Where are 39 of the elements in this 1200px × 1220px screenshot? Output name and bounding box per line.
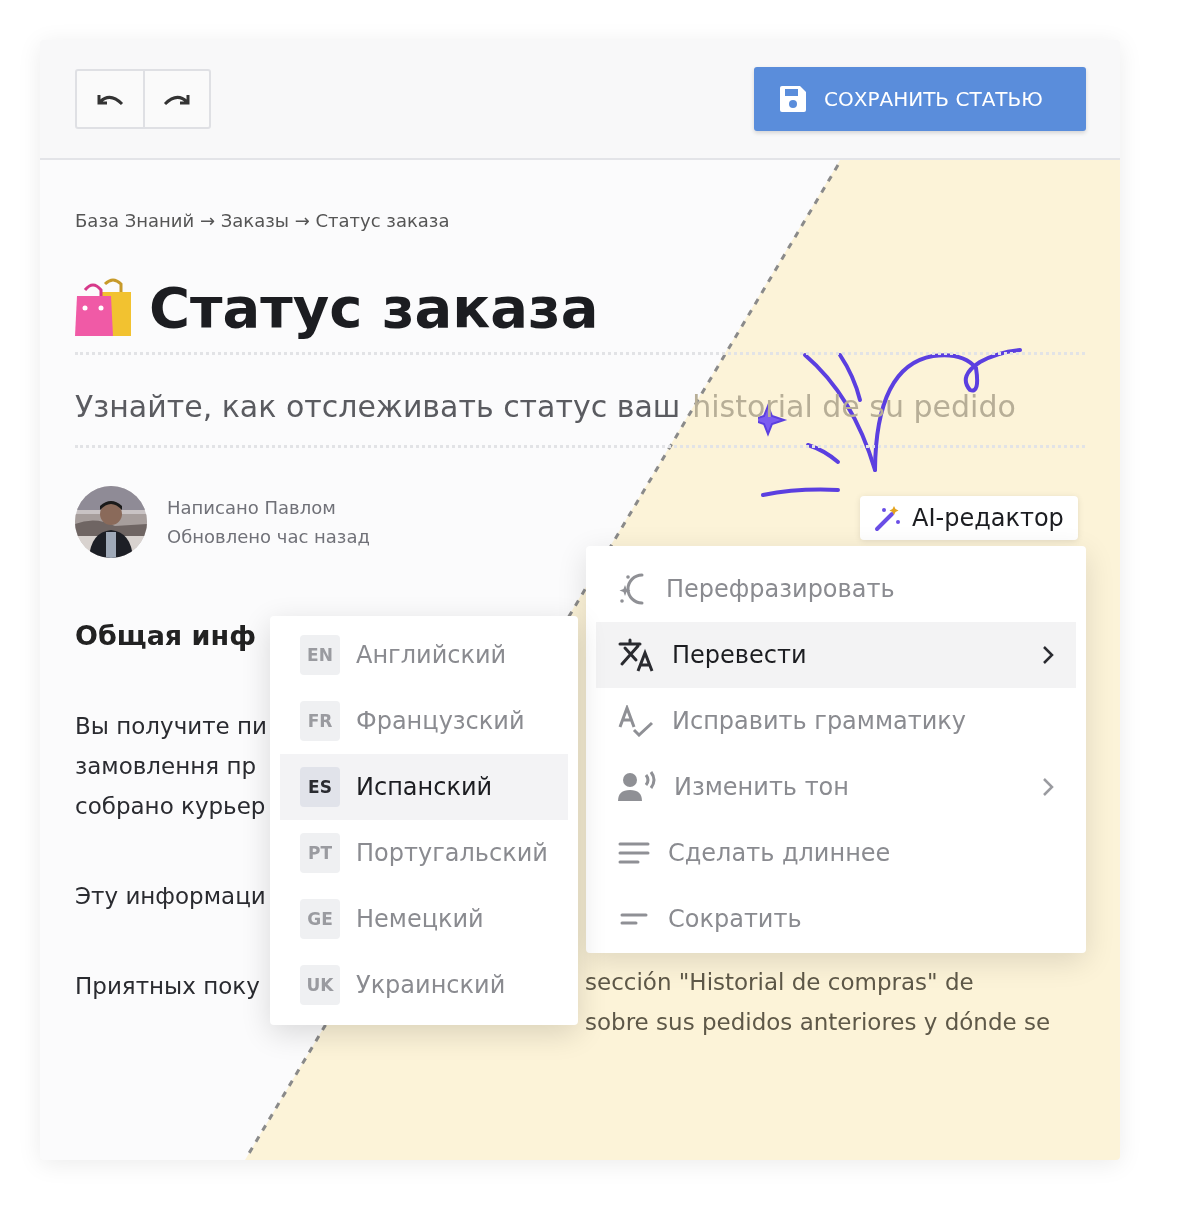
language-code: ES xyxy=(300,767,340,807)
translated-text-line: sección "Historial de compras" de xyxy=(585,968,975,997)
breadcrumb: База Знаний → Заказы → Статус заказа xyxy=(75,210,451,231)
magic-wand-icon xyxy=(874,504,902,532)
paragraph: Приятных поку xyxy=(75,972,260,1001)
language-code: UK xyxy=(300,965,340,1005)
article-title: Статус заказа xyxy=(149,275,599,340)
language-item[interactable]: GE Немецкий xyxy=(280,886,568,952)
author-name: Написано Павлом xyxy=(167,497,337,518)
translate-icon xyxy=(618,638,654,672)
language-code: PT xyxy=(300,833,340,873)
menu-item[interactable]: Изменить тон xyxy=(596,754,1076,820)
ai-editor-label: AI-редактор xyxy=(912,504,1064,532)
section-heading: Общая инф xyxy=(75,620,256,653)
lines-icon xyxy=(618,841,650,865)
menu-item[interactable]: Перевести xyxy=(596,622,1076,688)
menu-item[interactable]: Сократить xyxy=(596,886,1076,952)
menu-item[interactable]: Исправить грамматику xyxy=(596,688,1076,754)
spell-check-icon xyxy=(618,705,654,737)
language-code: GE xyxy=(300,899,340,939)
language-code: EN xyxy=(300,635,340,675)
language-item[interactable]: EN Английский xyxy=(280,622,568,688)
article-subtitle: Узнайте, как отслеживать статус ваш xyxy=(75,388,681,424)
translated-text-line: sobre sus pedidos anteriores y dónde se xyxy=(585,1008,1052,1037)
paragraph: Эту информаци xyxy=(75,882,266,911)
language-item[interactable]: FR Французский xyxy=(280,688,568,754)
paragraph: Вы получите пи замовлення пр собрано курьер xyxy=(75,712,268,821)
language-code: FR xyxy=(300,701,340,741)
menu-item[interactable]: Сделать длиннее xyxy=(596,820,1076,886)
shopping-bags-icon xyxy=(75,277,133,338)
ai-editor-badge[interactable]: AI-редактор xyxy=(860,496,1078,540)
speaking-person-icon xyxy=(618,771,656,803)
menu-item[interactable]: Перефразировать xyxy=(596,556,1076,622)
language-item[interactable]: ES Испанский xyxy=(280,754,568,820)
save-button[interactable]: СОХРАНИТЬ СТАТЬЮ xyxy=(754,67,1086,131)
updated-time: Обновлено час назад xyxy=(167,526,370,547)
short-lines-icon xyxy=(618,912,650,926)
language-item[interactable]: PT Португальский xyxy=(280,820,568,886)
language-item[interactable]: UK Украинский xyxy=(280,952,568,1018)
